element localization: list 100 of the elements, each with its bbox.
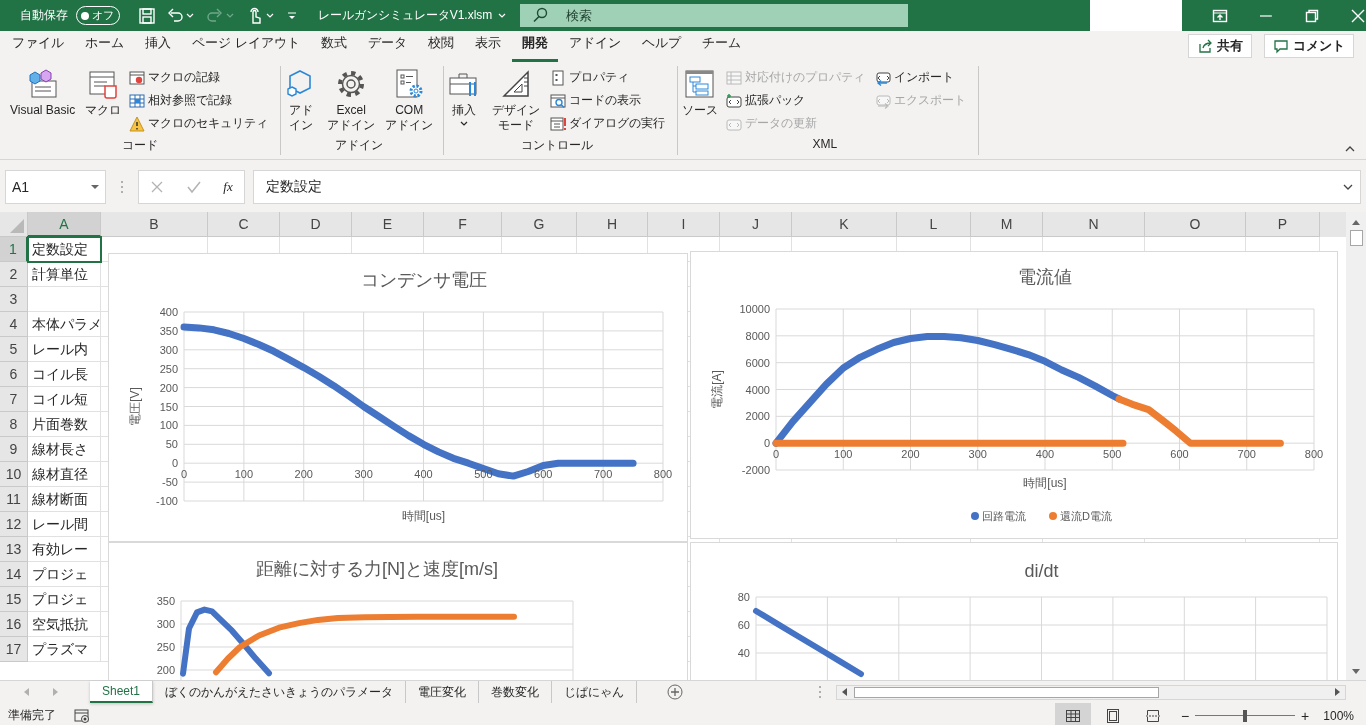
- scrollbar-thumb[interactable]: [1349, 230, 1363, 246]
- caret-icon[interactable]: [498, 11, 507, 20]
- ribbon-button[interactable]: COM アドイン: [383, 66, 436, 135]
- search-field[interactable]: 検索: [520, 4, 909, 27]
- ribbon-button[interactable]: 相対参照で記録: [129, 89, 273, 112]
- slider-thumb[interactable]: [1243, 709, 1248, 722]
- row-header[interactable]: 4: [0, 312, 28, 337]
- ribbon-button[interactable]: デザインモード: [488, 66, 544, 135]
- column-header[interactable]: L: [897, 212, 971, 237]
- up-arrow-icon[interactable]: [1351, 218, 1361, 226]
- ribbon-tab[interactable]: 開発: [511, 33, 558, 62]
- row-header[interactable]: 8: [0, 412, 28, 437]
- ribbon-button[interactable]: Visual Basic: [8, 66, 78, 120]
- ribbon-button[interactable]: コードの表示: [549, 89, 669, 112]
- macro-record-icon[interactable]: [74, 707, 90, 724]
- ribbon-button[interactable]: マクロの記録: [129, 66, 273, 89]
- row-header[interactable]: 16: [0, 612, 28, 637]
- table-cell[interactable]: 線材直径: [28, 462, 101, 487]
- sheet-tab[interactable]: 電圧変化: [406, 681, 480, 703]
- row-header[interactable]: 10: [0, 462, 28, 487]
- ribbon-tab[interactable]: 挿入: [135, 33, 181, 62]
- row-header[interactable]: 17: [0, 637, 28, 662]
- column-header[interactable]: C: [208, 212, 280, 237]
- function-button[interactable]: fx: [223, 179, 233, 195]
- ribbon-button[interactable]: マクロのセキュリティ: [129, 112, 273, 135]
- sheet-tab[interactable]: ぼくのかんがえたさいきょうのパラメータ: [153, 681, 407, 703]
- row-header[interactable]: 1: [0, 237, 28, 262]
- row-header[interactable]: 15: [0, 587, 28, 612]
- column-header[interactable]: E: [352, 212, 424, 237]
- column-header[interactable]: G: [502, 212, 577, 237]
- sheet-tab[interactable]: Sheet1: [90, 681, 154, 703]
- ribbon-tab[interactable]: ページ レイアウト: [182, 33, 310, 62]
- column-header[interactable]: H: [577, 212, 648, 237]
- check-icon[interactable]: [186, 180, 201, 194]
- row-header[interactable]: 12: [0, 512, 28, 537]
- ribbon-button[interactable]: 挿入: [446, 66, 483, 130]
- row-header[interactable]: 11: [0, 487, 28, 512]
- ribbon-tab[interactable]: アドイン: [558, 33, 631, 62]
- table-cell[interactable]: プラズマ: [28, 637, 101, 662]
- column-header[interactable]: M: [971, 212, 1043, 237]
- ribbon-button[interactable]: ソース: [679, 66, 720, 120]
- table-cell[interactable]: レール間: [28, 512, 101, 537]
- row-header[interactable]: 14: [0, 562, 28, 587]
- table-cell[interactable]: 片面巻数: [28, 412, 101, 437]
- ribbon-tab[interactable]: チーム: [691, 33, 751, 62]
- name-box[interactable]: A1: [5, 170, 106, 204]
- ribbon-tab[interactable]: データ: [357, 33, 417, 62]
- table-cell[interactable]: 定数設定: [28, 237, 101, 262]
- horizontal-scrollbar[interactable]: [836, 684, 1346, 700]
- zoom-out-button[interactable]: −: [1180, 707, 1190, 724]
- row-header[interactable]: 13: [0, 537, 28, 562]
- table-cell[interactable]: コイル長: [28, 362, 101, 387]
- sheet-tab[interactable]: じぱにゃん: [552, 681, 638, 703]
- column-header[interactable]: N: [1043, 212, 1145, 237]
- share-button[interactable]: 共有: [1188, 34, 1252, 58]
- column-header[interactable]: K: [792, 212, 897, 237]
- ribbon-tab[interactable]: 校閲: [417, 33, 464, 62]
- zoom-level[interactable]: 100%: [1323, 708, 1354, 723]
- row-header[interactable]: 6: [0, 362, 28, 387]
- ribbon-button[interactable]: Excel アドイン: [325, 66, 378, 135]
- row-header[interactable]: 9: [0, 437, 28, 462]
- row-header[interactable]: 3: [0, 287, 28, 312]
- ribbon-button[interactable]: ダイアログの実行: [549, 112, 669, 135]
- table-cell[interactable]: 線材断面: [28, 487, 101, 512]
- down-arrow-icon[interactable]: [1351, 668, 1361, 676]
- right-arrow-icon[interactable]: [1334, 687, 1342, 697]
- table-cell[interactable]: [28, 287, 101, 312]
- row-header[interactable]: 7: [0, 387, 28, 412]
- table-cell[interactable]: 空気抵抗: [28, 612, 101, 637]
- row-header[interactable]: 5: [0, 337, 28, 362]
- caret-icon[interactable]: [265, 11, 274, 20]
- table-cell[interactable]: 計算単位: [28, 262, 101, 287]
- column-header[interactable]: J: [720, 212, 792, 237]
- restore-icon[interactable]: [1304, 7, 1320, 24]
- ribbon-button[interactable]: プロパティ: [549, 66, 669, 89]
- column-header[interactable]: B: [101, 212, 208, 237]
- ribbon-button[interactable]: インポート: [874, 66, 970, 89]
- sheet-tab[interactable]: 巻数変化: [479, 681, 553, 703]
- view-button[interactable]: [1054, 703, 1091, 725]
- caret-icon[interactable]: [185, 11, 194, 20]
- ribbon-tab[interactable]: 表示: [464, 33, 511, 62]
- column-header[interactable]: F: [424, 212, 502, 237]
- column-header[interactable]: P: [1246, 212, 1320, 237]
- customize-icon[interactable]: [285, 9, 298, 22]
- table-cell[interactable]: 本体パラメ: [28, 312, 101, 337]
- left-arrow-icon[interactable]: [840, 687, 848, 697]
- comment-button[interactable]: コメント: [1264, 34, 1354, 58]
- table-cell[interactable]: 有効レー: [28, 537, 101, 562]
- ribbon-tab[interactable]: ファイル: [2, 33, 74, 62]
- column-header[interactable]: I: [648, 212, 720, 237]
- column-header[interactable]: D: [280, 212, 352, 237]
- ribbon-tab[interactable]: ホーム: [75, 33, 134, 62]
- zoom-in-button[interactable]: +: [1301, 707, 1310, 724]
- formula-field[interactable]: 定数設定: [253, 170, 1361, 204]
- ribbon-tab[interactable]: ヘルプ: [631, 33, 691, 62]
- table-cell[interactable]: プロジェ: [28, 562, 101, 587]
- table-cell[interactable]: プロジェ: [28, 587, 101, 612]
- column-header[interactable]: A: [28, 212, 101, 237]
- save-icon[interactable]: [137, 6, 156, 25]
- add-sheet-icon[interactable]: [667, 684, 684, 700]
